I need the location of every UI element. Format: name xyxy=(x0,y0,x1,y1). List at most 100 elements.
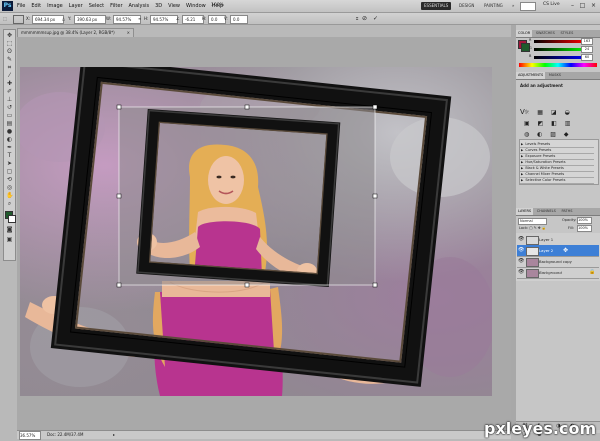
layer-thumbnail xyxy=(526,269,539,278)
opacity-field[interactable]: 100% xyxy=(577,217,592,224)
status-zoom-field[interactable]: 36.57% xyxy=(19,431,41,440)
canvas-photo[interactable] xyxy=(20,67,492,396)
status-menu-icon[interactable]: ▸ xyxy=(113,431,115,439)
tab-styles[interactable]: STYLES xyxy=(558,30,575,37)
move-tool-icon[interactable]: ✥ xyxy=(6,32,13,39)
tab-masks[interactable]: MASKS xyxy=(547,72,563,79)
slider-value-r[interactable]: 163 xyxy=(581,38,593,45)
eyedropper-tool-icon[interactable]: ⁄ xyxy=(6,72,13,79)
height-field[interactable]: 94.57% xyxy=(150,15,178,24)
link-proportions-icon[interactable]: ∞ xyxy=(138,15,141,22)
x-position-field[interactable]: 694.34 px xyxy=(32,15,64,24)
quick-mask-icon[interactable]: ◙ xyxy=(6,226,13,233)
adjustment-icons-row-1[interactable]: ☼ ▦ ◪ ◒ xyxy=(524,109,594,117)
layer-thumbnail xyxy=(526,258,539,267)
menu-edit[interactable]: Edit xyxy=(31,3,41,9)
photo-artwork xyxy=(20,67,492,396)
quick-select-tool-icon[interactable]: ✎ xyxy=(6,56,13,63)
lasso-tool-icon[interactable]: ʘ xyxy=(6,48,13,55)
document-tab[interactable]: mmmmmmsup.jpg @ 38.4% (Layer 2, RGB/8*) … xyxy=(17,28,134,37)
tab-swatches[interactable]: SWATCHES xyxy=(534,30,557,37)
fill-field[interactable]: 100% xyxy=(577,225,592,232)
tools-panel: ✥ ⬚ ʘ ✎ ⌗ ⁄ ✚ ✐ ⊥ ↺ ▭ ▤ ● ◐ ✒ T ➤ ▢ ⟲ ◎ … xyxy=(3,29,16,261)
brush-tool-icon[interactable]: ✐ xyxy=(6,88,13,95)
tab-paths[interactable]: PATHS xyxy=(559,208,574,215)
close-document-icon[interactable]: × xyxy=(127,29,130,37)
dodge-tool-icon[interactable]: ◐ xyxy=(6,136,13,143)
marquee-tool-icon[interactable]: ⬚ xyxy=(6,40,13,47)
eye-icon[interactable]: 👁 xyxy=(518,245,524,256)
menu-layer[interactable]: Layer xyxy=(69,3,83,9)
slider-blue[interactable] xyxy=(534,56,586,59)
angle-field[interactable]: -6.21 xyxy=(182,15,204,24)
eye-icon[interactable]: 👁 xyxy=(518,234,524,245)
search-help-input[interactable] xyxy=(520,2,536,11)
warp-icon[interactable]: ⌗ xyxy=(356,15,358,22)
preset-selective-color[interactable]: ▶ Selective Color Presets xyxy=(520,177,594,184)
slider-value-g[interactable]: 24 xyxy=(581,46,593,53)
crop-tool-icon[interactable]: ⌗ xyxy=(6,64,13,71)
y-position-field[interactable]: 390.63 px xyxy=(74,15,106,24)
hand-tool-icon[interactable]: ✋ xyxy=(6,192,13,199)
cs-live-button[interactable]: CS Live xyxy=(543,2,560,7)
slider-label-g: G xyxy=(529,46,532,50)
slider-value-b[interactable]: 60 xyxy=(581,54,593,61)
pen-tool-icon[interactable]: ✒ xyxy=(6,144,13,151)
workspace-more-icon[interactable]: » xyxy=(509,2,517,10)
vertical-skew-field[interactable]: 0.0 xyxy=(230,15,248,24)
maximize-icon[interactable]: □ xyxy=(578,1,587,10)
commit-transform-button[interactable]: ✓ xyxy=(373,15,378,22)
tab-layers[interactable]: LAYERS xyxy=(516,208,534,215)
slider-green[interactable] xyxy=(534,48,586,51)
tab-color[interactable]: COLOR xyxy=(516,30,533,37)
slider-label-b: B xyxy=(529,54,532,58)
adjustment-icons-row-3[interactable]: ◍ ◐ ▨ ◆ xyxy=(524,131,594,139)
menu-3d[interactable]: 3D xyxy=(155,3,162,9)
width-field[interactable]: 94.57% xyxy=(113,15,141,24)
eye-icon[interactable]: 👁 xyxy=(518,267,524,278)
color-ramp[interactable] xyxy=(519,63,597,67)
path-selection-tool-icon[interactable]: ➤ xyxy=(6,160,13,167)
3d-rotate-tool-icon[interactable]: ⟲ xyxy=(6,176,13,183)
gradient-tool-icon[interactable]: ▤ xyxy=(6,120,13,127)
levels-adj-icon[interactable]: V xyxy=(520,108,525,116)
blend-mode-select[interactable]: Normal xyxy=(518,218,547,225)
tab-adjustments[interactable]: ADJUSTMENTS xyxy=(516,72,546,79)
clone-stamp-tool-icon[interactable]: ⊥ xyxy=(6,96,13,103)
healing-brush-tool-icon[interactable]: ✚ xyxy=(6,80,13,87)
zoom-level[interactable]: 100% xyxy=(211,3,224,8)
reference-point-icon[interactable] xyxy=(13,15,24,24)
menu-window[interactable]: Window xyxy=(186,3,206,9)
adjustment-icons-row-2[interactable]: ▣ ◩ ◧ ▥ xyxy=(524,120,594,128)
workspace-design[interactable]: DESIGN xyxy=(456,2,477,10)
shape-tool-icon[interactable]: ▢ xyxy=(6,168,13,175)
menu-image[interactable]: Image xyxy=(47,3,63,9)
menu-view[interactable]: View xyxy=(168,3,180,9)
history-brush-tool-icon[interactable]: ↺ xyxy=(6,104,13,111)
relative-position-icon[interactable]: △ xyxy=(62,15,65,22)
type-tool-icon[interactable]: T xyxy=(6,152,13,159)
menu-bar: Ps File Edit Image Layer Select Filter A… xyxy=(0,0,600,13)
menu-analysis[interactable]: Analysis xyxy=(129,3,150,9)
cancel-transform-button[interactable]: ⊘ xyxy=(362,15,367,22)
blur-tool-icon[interactable]: ● xyxy=(6,128,13,135)
background-color-swatch[interactable] xyxy=(8,215,16,223)
eye-icon[interactable]: 👁 xyxy=(518,256,524,267)
tab-channels[interactable]: CHANNELS xyxy=(535,208,558,215)
menu-file[interactable]: File xyxy=(17,3,25,9)
minimize-icon[interactable]: – xyxy=(568,1,577,10)
3d-camera-tool-icon[interactable]: ◎ xyxy=(6,184,13,191)
slider-red[interactable] xyxy=(534,40,586,43)
screen-mode-icon[interactable]: ▣ xyxy=(6,236,13,243)
lock-icons[interactable]: Lock: ▢ ✎ ✥ 🔒 xyxy=(519,226,546,230)
layer-row-background[interactable]: 👁 Background 🔒 xyxy=(517,267,599,279)
close-icon[interactable]: × xyxy=(589,1,598,10)
menu-select[interactable]: Select xyxy=(89,3,104,9)
options-bar: ⬚ X: 694.34 px △ Y: 390.63 px W: 94.57% … xyxy=(0,13,600,25)
zoom-tool-icon[interactable]: ⌕ xyxy=(6,200,13,207)
menu-filter[interactable]: Filter xyxy=(110,3,122,9)
workspace-painting[interactable]: PAINTING xyxy=(481,2,506,10)
eraser-tool-icon[interactable]: ▭ xyxy=(6,112,13,119)
workspace-essentials[interactable]: ESSENTIALS xyxy=(421,2,452,10)
layer-thumbnail xyxy=(526,236,539,245)
